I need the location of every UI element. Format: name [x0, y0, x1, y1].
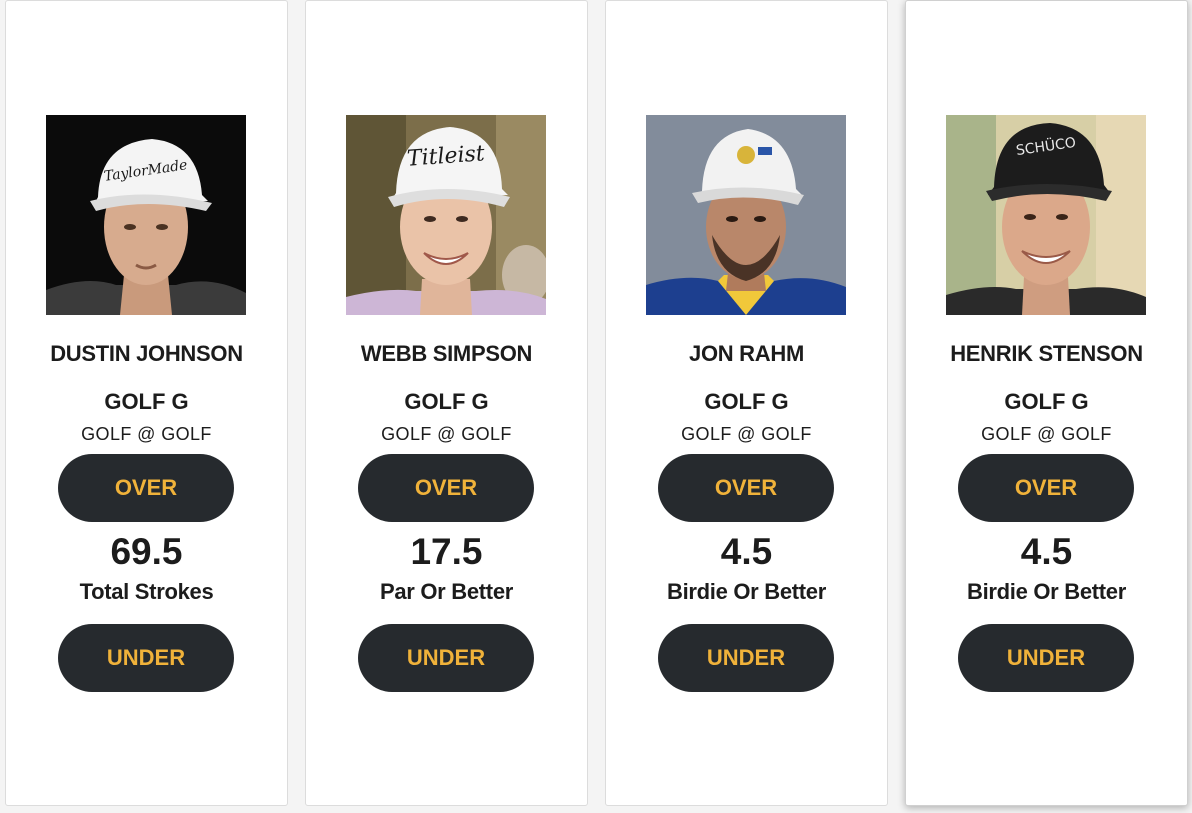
- line-value: 69.5: [110, 531, 183, 572]
- over-button[interactable]: OVER: [358, 454, 534, 522]
- line-value: 4.5: [1020, 531, 1073, 572]
- sport-label: GOLF G: [104, 389, 189, 414]
- stat-type: Birdie Or Better: [966, 579, 1127, 604]
- stat-type: Birdie Or Better: [666, 579, 827, 604]
- player-name: HENRIK STENSON: [950, 341, 1143, 366]
- player-headshot-icon: Titleist: [346, 115, 546, 315]
- player-name: WEBB SIMPSON: [360, 341, 533, 366]
- line-value: 17.5: [410, 531, 483, 572]
- stat-type: Par Or Better: [379, 579, 514, 604]
- line-value: 4.5: [720, 531, 773, 572]
- player-name: JON RAHM: [689, 341, 804, 366]
- over-button[interactable]: OVER: [58, 454, 234, 522]
- under-button[interactable]: UNDER: [358, 624, 534, 692]
- sport-label: GOLF G: [404, 389, 489, 414]
- matchup-label: GOLF @ GOLF: [381, 424, 512, 444]
- matchup-label: GOLF @ GOLF: [81, 424, 212, 444]
- player-photo: [646, 115, 846, 315]
- player-headshot-icon: SCHÜCO: [946, 115, 1146, 315]
- player-headshot-icon: [646, 115, 846, 315]
- matchup-label: GOLF @ GOLF: [681, 424, 812, 444]
- under-button[interactable]: UNDER: [958, 624, 1134, 692]
- player-photo: Titleist: [346, 115, 546, 315]
- sport-label: GOLF G: [704, 389, 789, 414]
- player-photo: TaylorMade: [46, 115, 246, 315]
- player-photo: SCHÜCO: [946, 115, 1146, 315]
- player-name: DUSTIN JOHNSON: [50, 341, 243, 366]
- under-button[interactable]: UNDER: [658, 624, 834, 692]
- player-card-webb-simpson: Titleist WEBB SIMPSON GOLF G GOLF @ GOLF…: [305, 0, 588, 806]
- player-card-jon-rahm: JON RAHM GOLF G GOLF @ GOLF OVER 4.5 Bir…: [605, 0, 888, 806]
- under-button[interactable]: UNDER: [58, 624, 234, 692]
- player-headshot-icon: TaylorMade: [46, 115, 246, 315]
- over-button[interactable]: OVER: [658, 454, 834, 522]
- sport-label: GOLF G: [1004, 389, 1089, 414]
- player-card-dustin-johnson: TaylorMade DUSTIN JOHNSON GOLF G GOLF @ …: [5, 0, 288, 806]
- player-card-henrik-stenson: SCHÜCO HENRIK STENSON GOLF G GOLF @ GOLF…: [905, 0, 1188, 806]
- over-button[interactable]: OVER: [958, 454, 1134, 522]
- stat-type: Total Strokes: [79, 579, 214, 604]
- matchup-label: GOLF @ GOLF: [981, 424, 1112, 444]
